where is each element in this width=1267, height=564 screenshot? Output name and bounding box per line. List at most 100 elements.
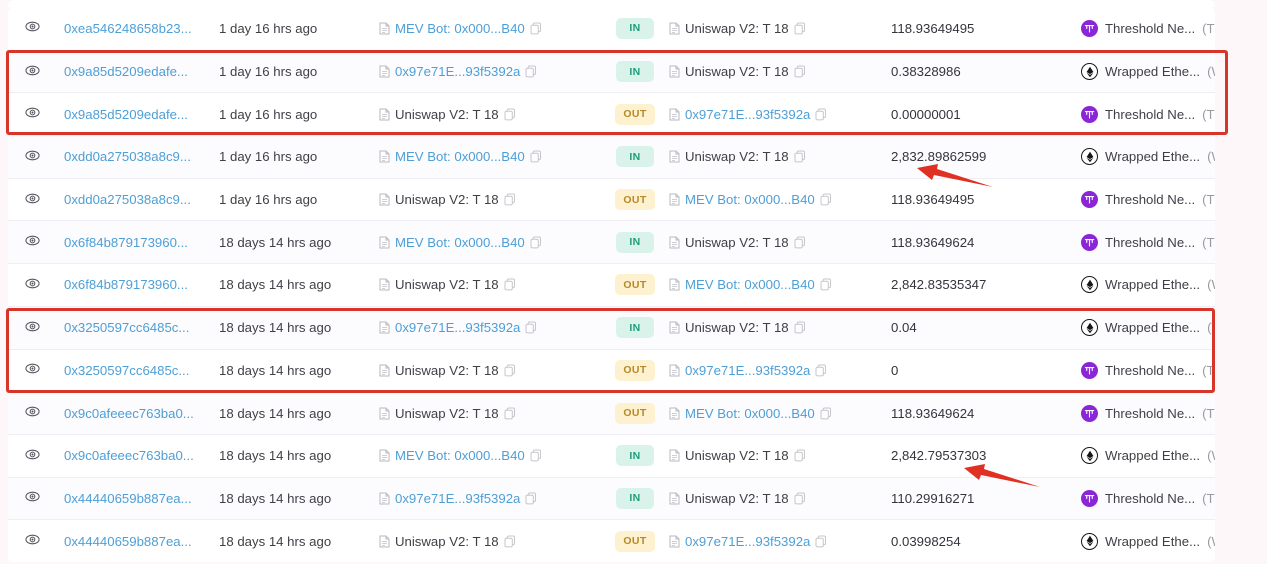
from-address[interactable]: 0x97e71E...93f5392a: [395, 491, 520, 506]
row-preview-cell[interactable]: [8, 105, 56, 123]
table-row[interactable]: 0x9c0afeeec763ba0...18 days 14 hrs ago M…: [8, 434, 1215, 477]
token-cell[interactable]: Wrapped Ethe...(WETH): [1081, 148, 1215, 165]
copy-icon[interactable]: [530, 150, 542, 163]
eye-icon[interactable]: [25, 361, 40, 379]
txn-hash-link[interactable]: 0x9a85d5209edafe...: [64, 107, 188, 122]
from-address[interactable]: 0x97e71E...93f5392a: [395, 64, 520, 79]
txn-hash-link[interactable]: 0xdd0a275038a8c9...: [64, 192, 191, 207]
row-preview-cell[interactable]: [8, 532, 56, 550]
txn-hash-link[interactable]: 0x9a85d5209edafe...: [64, 64, 188, 79]
row-preview-cell[interactable]: [8, 19, 56, 37]
copy-icon[interactable]: [820, 407, 832, 420]
eye-icon[interactable]: [25, 233, 40, 251]
txn-hash-link[interactable]: 0xdd0a275038a8c9...: [64, 149, 191, 164]
eye-icon[interactable]: [25, 489, 40, 507]
token-cell[interactable]: Wrapped Ethe...(WETH): [1081, 319, 1215, 336]
to-address[interactable]: MEV Bot: 0x000...B40: [685, 406, 815, 421]
to-address[interactable]: 0x97e71E...93f5392a: [685, 534, 810, 549]
token-cell[interactable]: Threshold Ne...(T): [1081, 490, 1215, 507]
txn-hash-link[interactable]: 0x44440659b887ea...: [64, 491, 192, 506]
table-row[interactable]: 0x9c0afeeec763ba0...18 days 14 hrs ago U…: [8, 391, 1215, 434]
txn-hash-link[interactable]: 0x6f84b879173960...: [64, 277, 188, 292]
token-cell[interactable]: Wrapped Ethe...(WETH): [1081, 533, 1215, 550]
eye-icon[interactable]: [25, 19, 40, 37]
copy-icon[interactable]: [530, 449, 542, 462]
from-address[interactable]: MEV Bot: 0x000...B40: [395, 448, 525, 463]
copy-icon[interactable]: [815, 535, 827, 548]
copy-icon[interactable]: [504, 278, 516, 291]
table-row[interactable]: 0xdd0a275038a8c9...1 day 16 hrs ago MEV …: [8, 135, 1215, 178]
copy-icon[interactable]: [794, 321, 806, 334]
to-address[interactable]: 0x97e71E...93f5392a: [685, 107, 810, 122]
row-preview-cell[interactable]: [8, 361, 56, 379]
txn-hash-link[interactable]: 0x6f84b879173960...: [64, 235, 188, 250]
copy-icon[interactable]: [504, 193, 516, 206]
row-preview-cell[interactable]: [8, 404, 56, 422]
table-row[interactable]: 0x9a85d5209edafe...1 day 16 hrs ago 0x97…: [8, 50, 1215, 93]
token-cell[interactable]: Threshold Ne...(T): [1081, 234, 1215, 251]
row-preview-cell[interactable]: [8, 489, 56, 507]
token-cell[interactable]: Threshold Ne...(T): [1081, 191, 1215, 208]
from-address[interactable]: MEV Bot: 0x000...B40: [395, 21, 525, 36]
row-preview-cell[interactable]: [8, 276, 56, 294]
token-cell[interactable]: Threshold Ne...(T): [1081, 106, 1215, 123]
row-preview-cell[interactable]: [8, 233, 56, 251]
table-row[interactable]: 0x6f84b879173960...18 days 14 hrs ago Un…: [8, 263, 1215, 306]
eye-icon[interactable]: [25, 404, 40, 422]
table-row[interactable]: 0xea546248658b23...1 day 16 hrs ago MEV …: [8, 7, 1215, 50]
table-row[interactable]: 0x6f84b879173960...18 days 14 hrs ago ME…: [8, 220, 1215, 263]
table-row[interactable]: 0x3250597cc6485c...18 days 14 hrs ago Un…: [8, 349, 1215, 392]
row-preview-cell[interactable]: [8, 191, 56, 209]
eye-icon[interactable]: [25, 63, 40, 81]
row-preview-cell[interactable]: [8, 148, 56, 166]
to-address[interactable]: 0x97e71E...93f5392a: [685, 363, 810, 378]
token-cell[interactable]: Wrapped Ethe...(WETH): [1081, 447, 1215, 464]
eye-icon[interactable]: [25, 276, 40, 294]
from-address[interactable]: MEV Bot: 0x000...B40: [395, 149, 525, 164]
copy-icon[interactable]: [820, 193, 832, 206]
copy-icon[interactable]: [530, 22, 542, 35]
token-cell[interactable]: Threshold Ne...(T): [1081, 405, 1215, 422]
txn-hash-link[interactable]: 0x3250597cc6485c...: [64, 363, 189, 378]
table-row[interactable]: 0xdd0a275038a8c9...1 day 16 hrs ago Unis…: [8, 178, 1215, 221]
copy-icon[interactable]: [525, 65, 537, 78]
copy-icon[interactable]: [794, 236, 806, 249]
to-address[interactable]: MEV Bot: 0x000...B40: [685, 192, 815, 207]
copy-icon[interactable]: [794, 22, 806, 35]
token-cell[interactable]: Wrapped Ethe...(WETH): [1081, 63, 1215, 80]
txn-hash-link[interactable]: 0x9c0afeeec763ba0...: [64, 448, 194, 463]
table-row[interactable]: 0x3250597cc6485c...18 days 14 hrs ago 0x…: [8, 306, 1215, 349]
eye-icon[interactable]: [25, 319, 40, 337]
copy-icon[interactable]: [504, 407, 516, 420]
to-address[interactable]: MEV Bot: 0x000...B40: [685, 277, 815, 292]
copy-icon[interactable]: [815, 364, 827, 377]
eye-icon[interactable]: [25, 148, 40, 166]
copy-icon[interactable]: [525, 321, 537, 334]
from-address[interactable]: 0x97e71E...93f5392a: [395, 320, 520, 335]
eye-icon[interactable]: [25, 532, 40, 550]
copy-icon[interactable]: [504, 364, 516, 377]
copy-icon[interactable]: [815, 108, 827, 121]
row-preview-cell[interactable]: [8, 447, 56, 465]
row-preview-cell[interactable]: [8, 319, 56, 337]
token-cell[interactable]: Threshold Ne...(T): [1081, 362, 1215, 379]
copy-icon[interactable]: [504, 108, 516, 121]
txn-hash-link[interactable]: 0x44440659b887ea...: [64, 534, 192, 549]
txn-hash-link[interactable]: 0x9c0afeeec763ba0...: [64, 406, 194, 421]
copy-icon[interactable]: [794, 65, 806, 78]
from-address[interactable]: MEV Bot: 0x000...B40: [395, 235, 525, 250]
copy-icon[interactable]: [820, 278, 832, 291]
copy-icon[interactable]: [530, 236, 542, 249]
table-row[interactable]: 0x44440659b887ea...18 days 14 hrs ago 0x…: [8, 477, 1215, 520]
token-cell[interactable]: Wrapped Ethe...(WETH): [1081, 276, 1215, 293]
copy-icon[interactable]: [525, 492, 537, 505]
copy-icon[interactable]: [794, 449, 806, 462]
txn-hash-link[interactable]: 0xea546248658b23...: [64, 21, 192, 36]
copy-icon[interactable]: [794, 492, 806, 505]
token-cell[interactable]: Threshold Ne...(T): [1081, 20, 1215, 37]
eye-icon[interactable]: [25, 191, 40, 209]
eye-icon[interactable]: [25, 447, 40, 465]
table-row[interactable]: 0x44440659b887ea...18 days 14 hrs ago Un…: [8, 519, 1215, 562]
table-row[interactable]: 0x9a85d5209edafe...1 day 16 hrs ago Unis…: [8, 92, 1215, 135]
copy-icon[interactable]: [794, 150, 806, 163]
